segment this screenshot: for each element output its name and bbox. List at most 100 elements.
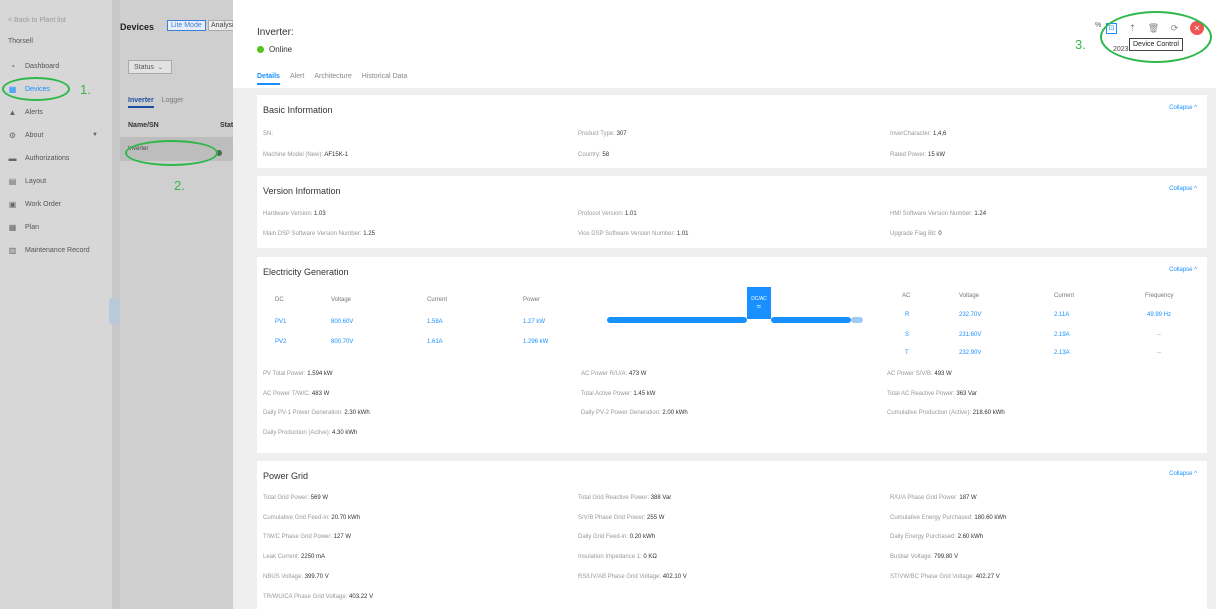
sidebar-item-plan[interactable]: ▦ Plan [8, 220, 108, 234]
power-grid-card: Power Grid Collapse ^ Total Grid Power: … [257, 461, 1207, 609]
field-value: 180.60 kWh [974, 515, 1007, 521]
stat-field: Total Active Power: 1.45 kW [581, 391, 655, 397]
pv-voltage: 800.60V [331, 319, 354, 325]
tab-historical-data[interactable]: Historical Data [362, 73, 408, 85]
grid-stat-field: NBUS Voltage: 399.70 V [263, 574, 329, 580]
field-value: 58 [602, 152, 610, 158]
field-value: 363 Var [956, 391, 977, 397]
sidebar-collapse-handle[interactable] [109, 298, 119, 324]
ac-phase-name: T [905, 350, 909, 356]
tab-logger[interactable]: Logger [162, 97, 184, 108]
sidebar-item-layout[interactable]: ▤ Layout [8, 174, 108, 188]
field-label: Cumulative Production (Active): [887, 410, 972, 416]
machine-model-field: Machine Model (New): AF15K-1 [263, 152, 348, 158]
field-label: Protocol Version: [578, 211, 624, 217]
sidebar-item-dashboard[interactable]: ◔ Dashboard [8, 59, 108, 73]
field-value: 218.60 kWh [972, 410, 1005, 416]
status-filter-select[interactable]: Status ⌄ [128, 60, 172, 74]
field-label: Total Grid Power: [263, 495, 310, 501]
sidebar-item-work-order[interactable]: ▣ Work Order [8, 197, 108, 211]
field-value: 1.24 [974, 211, 987, 217]
grid-stat-field: Cumulative Grid Feed-in: 20.70 kWh [263, 515, 360, 521]
sidebar-item-about[interactable]: ⚙ About ▼ [8, 128, 108, 142]
sidebar-item-label: About [25, 131, 44, 139]
field-value: 127 W [333, 534, 352, 540]
grid-stat-field: Leak Current: 2250 mA [263, 554, 325, 560]
field-label: Total Active Power: [581, 391, 632, 397]
about-icon: ⚙ [8, 130, 17, 140]
field-label: Country: [578, 152, 601, 158]
inverter-title: Inverter: [257, 27, 294, 38]
annotation-label-3: 3. [1075, 37, 1086, 52]
field-label: PV Total Power: [263, 371, 306, 377]
field-label: Daily PV-2 Power Generation: [581, 410, 661, 416]
pv-power: 1.296 kW [523, 339, 549, 345]
card-title: Basic Information [263, 105, 333, 115]
country-field: Country: 58 [578, 152, 609, 158]
tab-details[interactable]: Details [257, 73, 280, 85]
field-value: AF15K-1 [324, 152, 349, 158]
vice-dsp-version-field: Vice DSP Software Version Number: 1.01 [578, 231, 689, 237]
protocol-version-field: Protocol Version: 1.01 [578, 211, 637, 217]
collapse-button[interactable]: Collapse ^ [1169, 186, 1197, 192]
ac-current: 2.11A [1054, 312, 1070, 318]
plant-name: Thorsell [8, 38, 33, 45]
ac-frequency: -- [1157, 350, 1161, 356]
plan-icon: ▦ [8, 222, 17, 232]
grid-stat-field: T/W/C Phase Grid Power: 127 W [263, 534, 351, 540]
field-label: NBUS Voltage: [263, 574, 304, 580]
tab-alert[interactable]: Alert [290, 73, 304, 85]
grid-stat-field: Cumulative Energy Purchased: 180.60 kWh [890, 515, 1006, 521]
hardware-version-field: Hardware Version: 1.03 [263, 211, 326, 217]
chevron-down-icon: ⌄ [157, 64, 163, 71]
name-sn-column-header: Name/SN [128, 122, 159, 129]
field-label: Leak Current: [263, 554, 300, 560]
ac-voltage: 231.60V [959, 332, 982, 338]
grid-stat-field: S/V/B Phase Grid Power: 255 W [578, 515, 664, 521]
collapse-button[interactable]: Collapse ^ [1169, 471, 1197, 477]
percent-label: % [1095, 22, 1102, 29]
field-label: Total AC Reactive Power: [887, 391, 955, 397]
back-to-plant-list-link[interactable]: < Back to Plant list [8, 17, 66, 24]
field-label: Machine Model (New): [263, 152, 324, 158]
tab-architecture[interactable]: Architecture [314, 73, 351, 85]
sidebar-item-label: Layout [25, 177, 47, 185]
field-value: 1.25 [363, 231, 375, 237]
sidebar-item-label: Work Order [25, 200, 62, 208]
sidebar-item-maintenance-record[interactable]: ▥ Maintenance Record [8, 243, 108, 257]
detail-tabs: Details Alert Architecture Historical Da… [257, 73, 407, 85]
ac-voltage: 232.70V [959, 312, 982, 318]
tab-inverter[interactable]: Inverter [128, 97, 154, 108]
collapse-button[interactable]: Collapse ^ [1169, 267, 1197, 273]
field-label: Main DSP Software Version Number: [263, 231, 362, 237]
dc-current-header: Current [427, 297, 448, 303]
field-value: 2.60 kWh [957, 534, 984, 540]
field-label: Daily Energy Purchased: [890, 534, 957, 540]
stat-field: AC Power S/V/B: 493 W [887, 371, 952, 377]
sidebar-item-label: Alerts [25, 108, 43, 116]
sidebar-item-alerts[interactable]: ▲ Alerts [8, 105, 108, 119]
stat-field: Daily PV-1 Power Generation: 2.30 kWh [263, 410, 370, 416]
field-value: 1,4,6 [933, 131, 947, 137]
field-value: 2.00 kWh [662, 410, 688, 416]
sidebar-item-label: Plan [25, 223, 40, 231]
sidebar-item-authorizations[interactable]: ▬ Authorizations [8, 151, 108, 165]
field-value: 399.70 V [304, 574, 329, 580]
sidebar-item-label: Maintenance Record [25, 246, 90, 254]
field-value: 255 W [647, 515, 665, 521]
field-label: Product Type: [578, 131, 615, 137]
lite-mode-button[interactable]: Lite Mode [167, 20, 206, 31]
sidebar-item-label: Dashboard [25, 62, 60, 70]
collapse-button[interactable]: Collapse ^ [1169, 105, 1197, 111]
annotation-ellipse-toolbar [1100, 11, 1212, 63]
ac-column-header: AC [902, 293, 911, 299]
field-label: AC Power T/W/C: [263, 391, 311, 397]
stat-field: PV Total Power: 1.594 kW [263, 371, 333, 377]
field-label: Total Grid Reactive Power: [578, 495, 650, 501]
field-value: 569 W [310, 495, 329, 501]
product-type-field: Product Type: 307 [578, 131, 627, 137]
grid-stat-field: Daily Grid Feed-in: 0.20 kWh [578, 534, 655, 540]
alert-icon: ▲ [8, 107, 17, 117]
stat-field: Cumulative Production (Active): 218.60 k… [887, 410, 1005, 416]
work-order-icon: ▣ [8, 199, 17, 209]
